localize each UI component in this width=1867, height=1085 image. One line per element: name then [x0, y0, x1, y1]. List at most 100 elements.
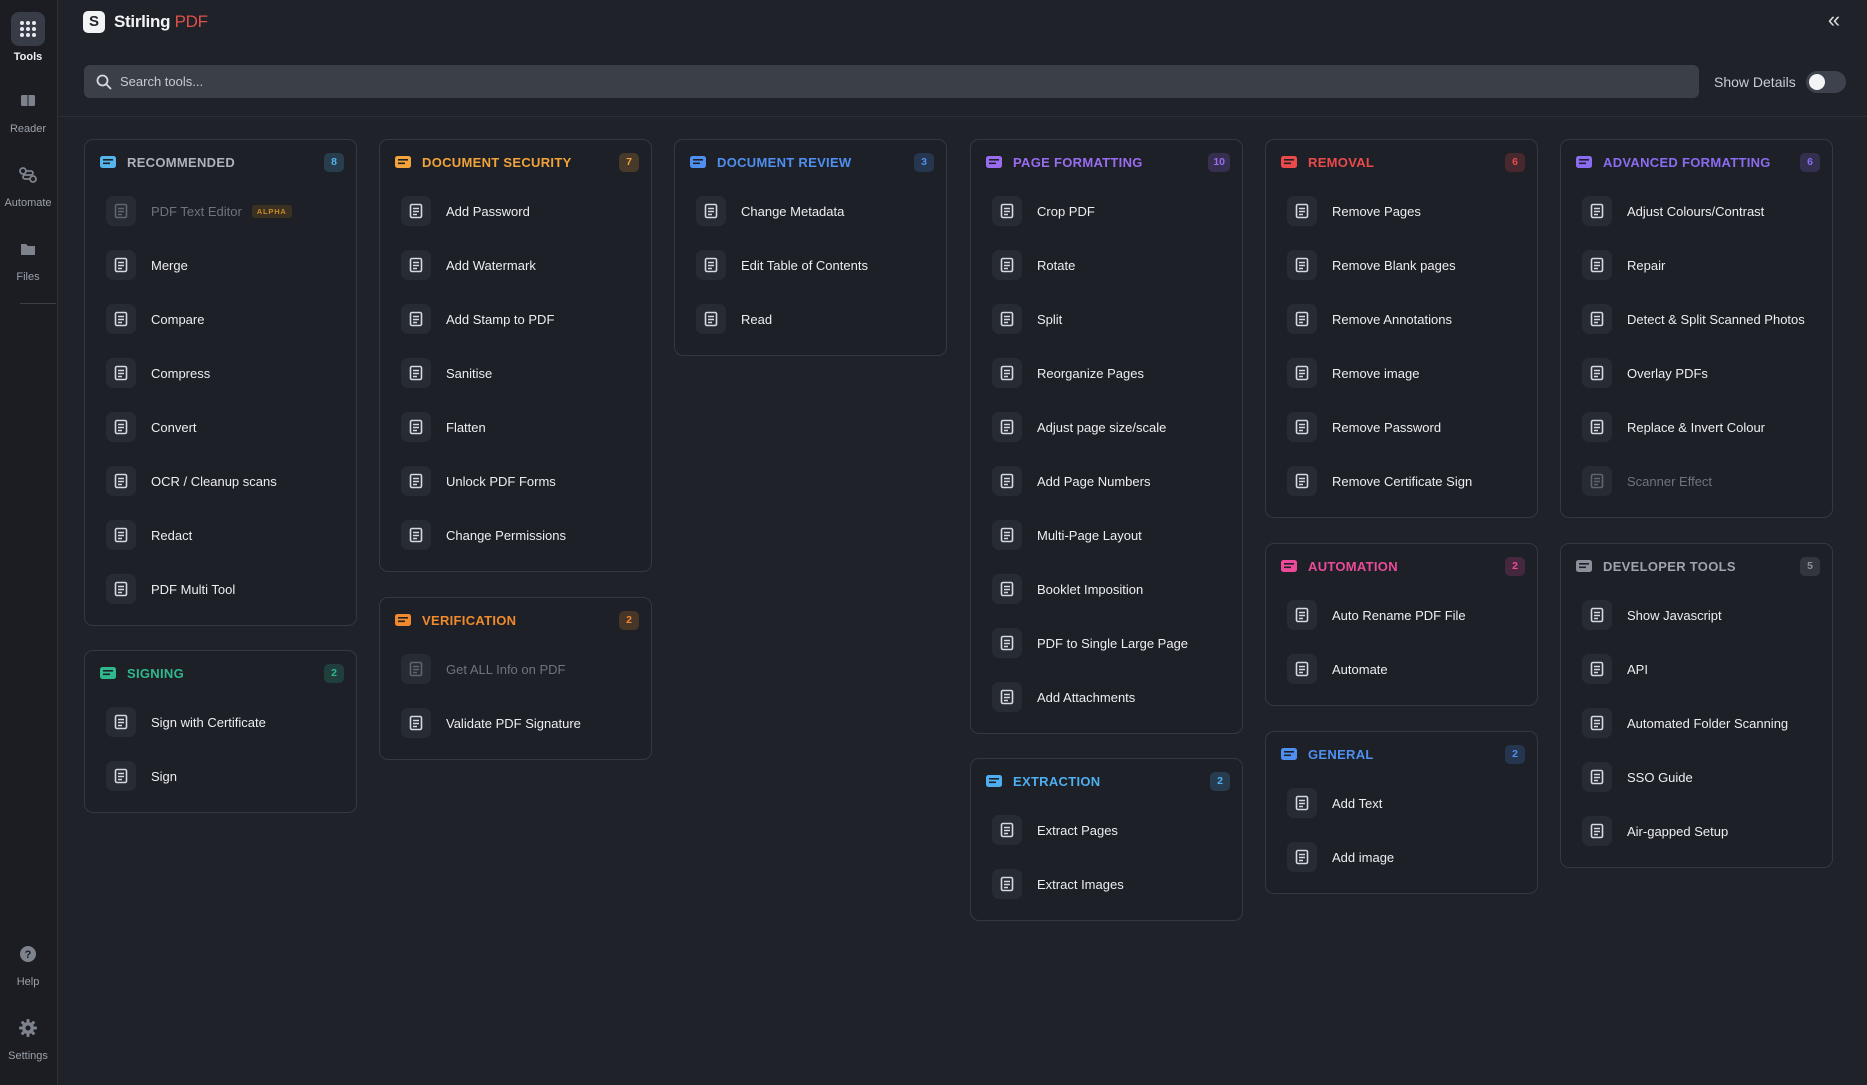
tool-item[interactable]: Unlock PDF Forms	[380, 454, 651, 508]
tool-item[interactable]: Add Watermark	[380, 238, 651, 292]
tool-item[interactable]: Adjust Colours/Contrast	[1561, 184, 1832, 238]
rail-item-settings[interactable]: Settings	[0, 1011, 56, 1062]
tool-item[interactable]: Scanner Effect	[1561, 454, 1832, 508]
tool-item[interactable]: Detect & Split Scanned Photos	[1561, 292, 1832, 346]
tool-list: Add Password Add Watermark Add Stamp to PD…	[380, 184, 651, 571]
tool-label: Validate PDF Signature	[446, 715, 581, 731]
tool-item[interactable]: Remove Pages	[1266, 184, 1537, 238]
category-card-removal: REMOVAL 6 Remove Pages Remove Blank pages Re…	[1265, 139, 1538, 518]
edit-text-icon	[106, 196, 136, 226]
tool-label: Auto Rename PDF File	[1332, 607, 1466, 623]
category-count-badge: 7	[619, 152, 639, 172]
cert-off-icon	[1287, 466, 1317, 496]
tool-item[interactable]: Show Javascript	[1561, 588, 1832, 642]
tool-item[interactable]: Sign with Certificate	[85, 695, 356, 749]
rail-item-tools[interactable]: Tools	[0, 12, 56, 63]
tool-label: Merge	[151, 257, 188, 273]
collapse-panel-button[interactable]: «	[1821, 8, 1847, 34]
tool-label: Add Password	[446, 203, 530, 219]
tool-item[interactable]: Auto Rename PDF File	[1266, 588, 1537, 642]
tool-item[interactable]: Add Password	[380, 184, 651, 238]
rail-item-automate[interactable]: Automate	[0, 158, 56, 209]
tool-item[interactable]: Redact	[85, 508, 356, 562]
search-bar[interactable]	[84, 65, 1699, 98]
tool-item[interactable]: Remove Certificate Sign	[1266, 454, 1537, 508]
image-icon	[1287, 842, 1317, 872]
tool-item[interactable]: Automate	[1266, 642, 1537, 696]
crop-icon	[992, 196, 1022, 226]
category-header: PAGE FORMATTING 10	[971, 140, 1242, 184]
tool-item[interactable]: Read	[675, 292, 946, 346]
tool-item[interactable]: Validate PDF Signature	[380, 696, 651, 750]
tool-item[interactable]: Multi-Page Layout	[971, 508, 1242, 562]
tool-label: Scanner Effect	[1627, 473, 1713, 489]
booklet-icon	[992, 574, 1022, 604]
tool-item[interactable]: Split	[971, 292, 1242, 346]
tool-item[interactable]: API	[1561, 642, 1832, 696]
tool-list: Auto Rename PDF File Automate	[1266, 588, 1537, 705]
tool-item[interactable]: Add Page Numbers	[971, 454, 1242, 508]
category-header: GENERAL 2	[1266, 732, 1537, 776]
gear-icon	[11, 1011, 45, 1045]
convert-icon	[106, 412, 136, 442]
tool-item[interactable]: Sanitise	[380, 346, 651, 400]
tool-item[interactable]: PDF Text Editor ALPHA	[85, 184, 356, 238]
tool-item[interactable]: Crop PDF	[971, 184, 1242, 238]
tool-item[interactable]: Remove image	[1266, 346, 1537, 400]
tool-item[interactable]: Compare	[85, 292, 356, 346]
tool-item[interactable]: Booklet Imposition	[971, 562, 1242, 616]
tool-item[interactable]: Add Attachments	[971, 670, 1242, 724]
tool-item[interactable]: Extract Pages	[971, 803, 1242, 857]
tool-item[interactable]: Flatten	[380, 400, 651, 454]
tool-item[interactable]: Remove Blank pages	[1266, 238, 1537, 292]
category-card-document-security: DOCUMENT SECURITY 7 Add Password Add Waterm…	[379, 139, 652, 572]
tool-label: Change Permissions	[446, 527, 566, 543]
tool-item[interactable]: Change Permissions	[380, 508, 651, 562]
tool-item[interactable]: Add Stamp to PDF	[380, 292, 651, 346]
category-title: GENERAL	[1308, 746, 1374, 762]
category-title: ADVANCED FORMATTING	[1603, 154, 1771, 170]
tool-item[interactable]: Add Text	[1266, 776, 1537, 830]
tool-item[interactable]: Merge	[85, 238, 356, 292]
tool-item[interactable]: Air-gapped Setup	[1561, 804, 1832, 858]
show-details-toggle[interactable]	[1805, 71, 1846, 93]
tool-item[interactable]: Extract Images	[971, 857, 1242, 911]
brand: S Stirling PDF	[83, 10, 208, 34]
rail-item-files[interactable]: Files	[0, 232, 56, 283]
tool-item[interactable]: Overlay PDFs	[1561, 346, 1832, 400]
tool-item[interactable]: Rotate	[971, 238, 1242, 292]
rail-item-help[interactable]: ? Help	[0, 937, 56, 988]
tool-item[interactable]: Change Metadata	[675, 184, 946, 238]
tool-label: Extract Images	[1037, 876, 1124, 892]
tool-item[interactable]: Remove Annotations	[1266, 292, 1537, 346]
tool-item[interactable]: PDF Multi Tool	[85, 562, 356, 616]
tool-item[interactable]: Repair	[1561, 238, 1832, 292]
tool-item[interactable]: Remove Password	[1266, 400, 1537, 454]
tool-label: Adjust Colours/Contrast	[1627, 203, 1765, 219]
category-title: PAGE FORMATTING	[1013, 154, 1143, 170]
tool-item[interactable]: Add image	[1266, 830, 1537, 884]
tool-item[interactable]: PDF to Single Large Page	[971, 616, 1242, 670]
category-title: SIGNING	[127, 665, 184, 681]
tool-item[interactable]: Get ALL Info on PDF	[380, 642, 651, 696]
tool-item[interactable]: Edit Table of Contents	[675, 238, 946, 292]
tool-item[interactable]: Sign	[85, 749, 356, 803]
toc-icon	[696, 250, 726, 280]
tool-item[interactable]: Automated Folder Scanning	[1561, 696, 1832, 750]
category-header: EXTRACTION 2	[971, 759, 1242, 803]
rail-item-reader[interactable]: Reader	[0, 84, 56, 135]
tool-item[interactable]: Adjust page size/scale	[971, 400, 1242, 454]
tool-label: Sanitise	[446, 365, 493, 381]
search-input[interactable]	[120, 74, 1699, 89]
paint-bucket-icon	[1582, 412, 1612, 442]
category-count-badge: 2	[619, 610, 639, 630]
tool-item[interactable]: OCR / Cleanup scans	[85, 454, 356, 508]
tool-item[interactable]: Compress	[85, 346, 356, 400]
tool-item[interactable]: Replace & Invert Colour	[1561, 400, 1832, 454]
tool-label: PDF to Single Large Page	[1037, 635, 1189, 651]
tool-label: Crop PDF	[1037, 203, 1095, 219]
single-page-icon	[992, 628, 1022, 658]
tool-item[interactable]: Reorganize Pages	[971, 346, 1242, 400]
tool-item[interactable]: Convert	[85, 400, 356, 454]
tool-item[interactable]: SSO Guide	[1561, 750, 1832, 804]
